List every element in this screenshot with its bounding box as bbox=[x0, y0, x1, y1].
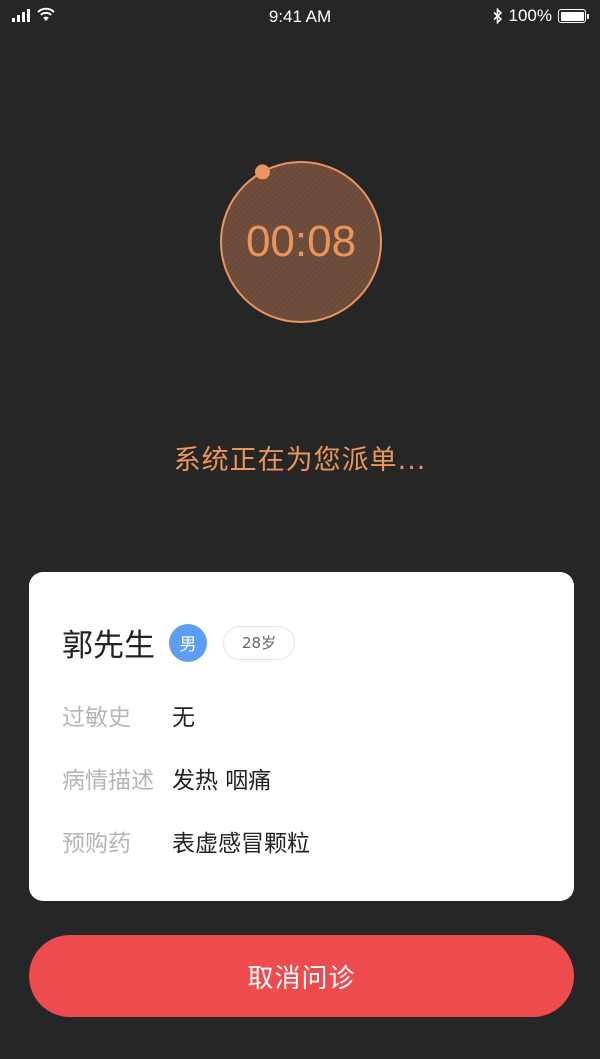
info-row-medication: 预购药 表虚感冒颗粒 bbox=[62, 824, 310, 858]
status-right: 100% bbox=[492, 6, 589, 26]
status-bar: 9:41 AM 100% bbox=[0, 0, 600, 34]
dispatch-status-text: 系统正在为您派单... bbox=[173, 445, 427, 476]
gender-badge: 男 bbox=[169, 623, 207, 662]
allergy-label: 过敏史 bbox=[62, 705, 131, 731]
timer-elapsed: 00:08 bbox=[245, 217, 357, 266]
bluetooth-icon bbox=[492, 8, 502, 24]
battery-icon bbox=[558, 9, 589, 23]
consultation-dispatch-screen: 9:41 AM 100% 00:08 系统正在为您派单... 郭先生 男 28岁… bbox=[0, 0, 600, 1059]
battery-percent: 100% bbox=[508, 6, 552, 25]
condition-label: 病情描述 bbox=[62, 768, 154, 794]
patient-name: 郭先生 bbox=[62, 628, 155, 664]
medication-label: 预购药 bbox=[62, 831, 131, 857]
info-row-condition: 病情描述 发热 咽痛 bbox=[62, 761, 271, 795]
patient-info-card: 郭先生 男 28岁 过敏史 无 病情描述 发热 咽痛 预购药 表虚感冒颗粒 bbox=[29, 572, 574, 901]
age-badge: 28岁 bbox=[223, 625, 296, 660]
patient-header: 郭先生 男 28岁 bbox=[62, 620, 296, 665]
info-row-allergy: 过敏史 无 bbox=[62, 698, 195, 732]
cancel-consultation-button[interactable]: 取消问诊 bbox=[29, 935, 574, 1017]
condition-value: 发热 咽痛 bbox=[172, 768, 272, 794]
allergy-value: 无 bbox=[172, 705, 195, 731]
dispatch-timer: 00:08 bbox=[215, 156, 387, 328]
medication-value: 表虚感冒颗粒 bbox=[172, 831, 310, 857]
